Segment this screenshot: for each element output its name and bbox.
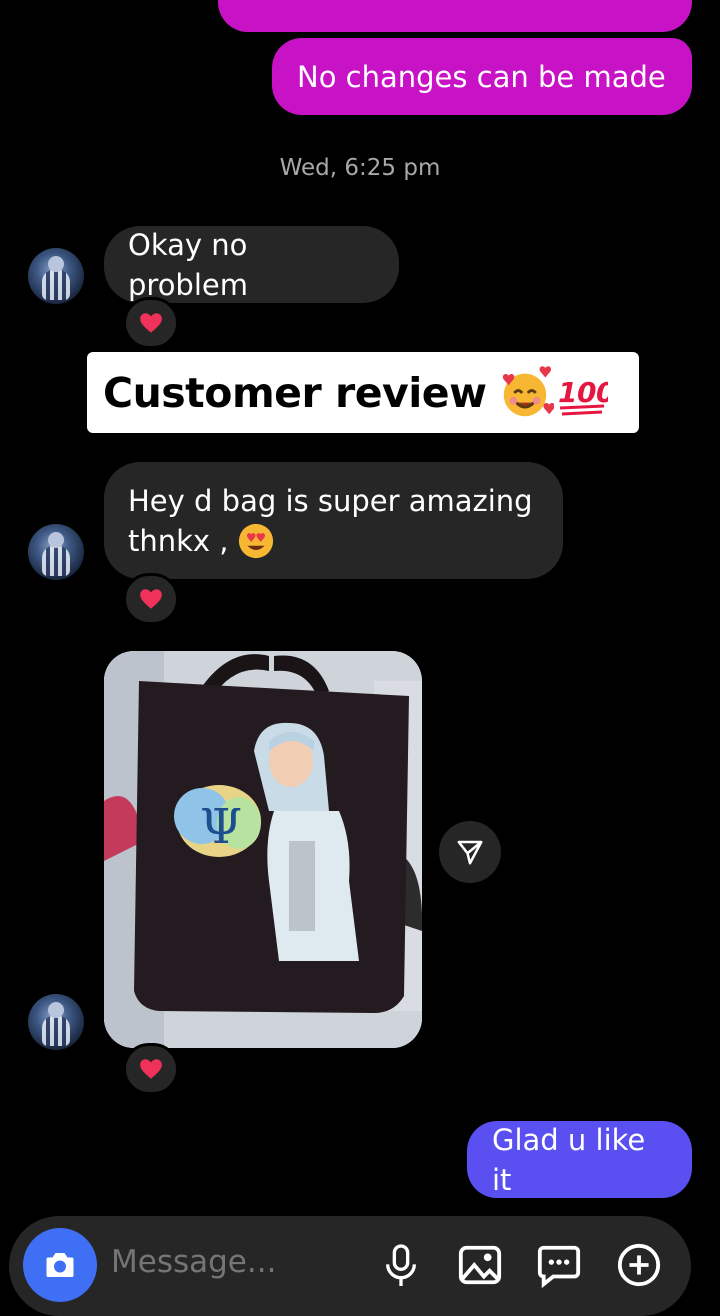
hundred-points-icon: 100 — [558, 376, 608, 415]
send-icon — [457, 840, 483, 865]
more-button[interactable] — [615, 1242, 663, 1290]
sent-message-text: No changes can be made — [297, 59, 666, 94]
received-message-line: Hey d bag is super amazing — [128, 484, 533, 518]
camera-button[interactable] — [23, 1228, 97, 1302]
timestamp: Wed, 6:25 pm — [279, 155, 441, 181]
received-message[interactable]: Hey d bag is super amazing thnkx , — [104, 462, 563, 579]
chat-bubble-icon — [537, 1245, 581, 1288]
reaction-badge[interactable] — [123, 297, 179, 349]
share-button[interactable] — [439, 821, 501, 883]
sent-message-text: Glad u like it — [492, 1122, 646, 1197]
heart-eyes-emoji-icon — [238, 523, 273, 559]
sent-message[interactable]: Glad u like it — [467, 1121, 692, 1198]
sent-message-partial[interactable]: bag — [218, 0, 692, 32]
heart-icon — [140, 313, 162, 333]
received-message-text: Okay no problem — [128, 227, 248, 302]
caption-text: Customer review — [103, 368, 487, 417]
avatar[interactable] — [28, 524, 84, 580]
plus-icon — [617, 1243, 661, 1287]
heart-icon — [140, 589, 162, 609]
reaction-badge[interactable] — [123, 1043, 179, 1095]
svg-text:100: 100 — [558, 376, 608, 409]
sticker-button[interactable] — [535, 1242, 583, 1290]
message-composer — [9, 1216, 691, 1316]
sent-message[interactable]: No changes can be made — [272, 38, 692, 115]
tote-bag-photo: Ψ — [104, 651, 422, 1048]
photo-message[interactable]: Ψ — [104, 651, 422, 1048]
camera-icon — [46, 1253, 74, 1277]
svg-text:Ψ: Ψ — [200, 799, 242, 855]
message-input[interactable] — [111, 1244, 351, 1280]
received-message-line: thnkx , — [128, 524, 229, 558]
reaction-badge[interactable] — [123, 573, 179, 625]
heart-icon — [140, 1059, 162, 1079]
received-message[interactable]: Okay no problem — [104, 226, 399, 303]
image-icon — [458, 1245, 502, 1285]
gallery-button[interactable] — [456, 1242, 504, 1290]
smiling-face-with-hearts-icon — [503, 365, 555, 416]
avatar[interactable] — [28, 994, 84, 1050]
caption-overlay: Customer review 100 — [87, 352, 639, 433]
avatar[interactable] — [28, 248, 84, 304]
microphone-button[interactable] — [377, 1242, 425, 1290]
microphone-icon — [386, 1244, 416, 1286]
